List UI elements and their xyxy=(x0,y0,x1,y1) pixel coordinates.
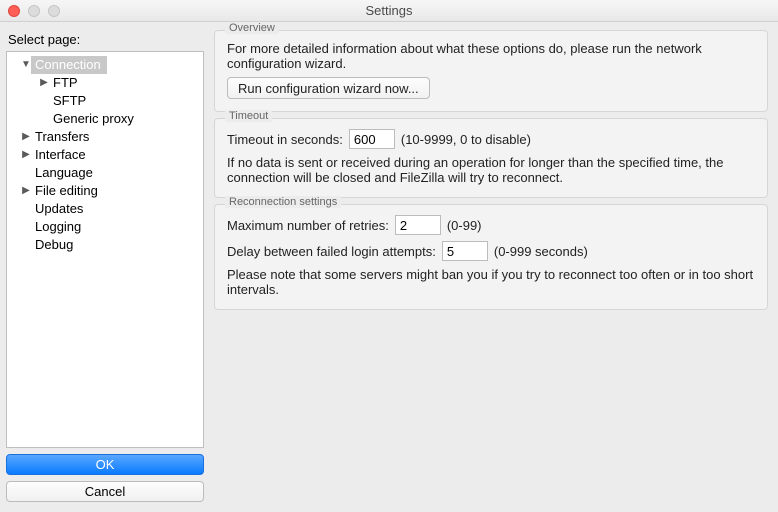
traffic-lights xyxy=(8,5,60,17)
window-title: Settings xyxy=(0,3,778,18)
tree-item-label: Transfers xyxy=(31,128,93,146)
close-icon[interactable] xyxy=(8,5,20,17)
delay-input[interactable] xyxy=(442,241,488,261)
delay-label: Delay between failed login attempts: xyxy=(227,244,436,259)
minimize-icon xyxy=(28,5,40,17)
timeout-label: Timeout in seconds: xyxy=(227,132,343,147)
tree-item-label: Updates xyxy=(31,200,87,218)
tree-item-label: Generic proxy xyxy=(49,110,138,128)
zoom-icon xyxy=(48,5,60,17)
reconnect-group: Reconnection settings Maximum number of … xyxy=(214,204,768,310)
retries-label: Maximum number of retries: xyxy=(227,218,389,233)
tree-item-file-editing[interactable]: ▶File editing xyxy=(7,182,203,200)
tree-item-label: Connection xyxy=(31,56,107,74)
reconnect-title: Reconnection settings xyxy=(225,196,341,208)
tree-item-label: Language xyxy=(31,164,97,182)
tree-item-sftp[interactable]: SFTP xyxy=(7,92,203,110)
chevron-right-icon[interactable]: ▶ xyxy=(21,146,31,164)
ok-button[interactable]: OK xyxy=(6,454,204,475)
timeout-input[interactable] xyxy=(349,129,395,149)
timeout-title: Timeout xyxy=(225,110,272,122)
tree-item-interface[interactable]: ▶Interface xyxy=(7,146,203,164)
timeout-group: Timeout Timeout in seconds: (10-9999, 0 … xyxy=(214,118,768,198)
titlebar: Settings xyxy=(0,0,778,22)
sidebar: Select page: ▼Connection▶FTPSFTPGeneric … xyxy=(6,30,204,502)
tree-item-label: Interface xyxy=(31,146,90,164)
overview-group: Overview For more detailed information a… xyxy=(214,30,768,112)
chevron-down-icon[interactable]: ▼ xyxy=(21,56,31,74)
settings-panel: Overview For more detailed information a… xyxy=(214,30,768,502)
cancel-button[interactable]: Cancel xyxy=(6,481,204,502)
reconnect-note: Please note that some servers might ban … xyxy=(227,267,755,297)
timeout-hint: (10-9999, 0 to disable) xyxy=(401,132,531,147)
chevron-right-icon[interactable]: ▶ xyxy=(21,128,31,146)
tree-item-generic-proxy[interactable]: Generic proxy xyxy=(7,110,203,128)
tree-item-logging[interactable]: Logging xyxy=(7,218,203,236)
delay-hint: (0-999 seconds) xyxy=(494,244,588,259)
run-wizard-button[interactable]: Run configuration wizard now... xyxy=(227,77,430,99)
tree-item-label: FTP xyxy=(49,74,82,92)
retries-input[interactable] xyxy=(395,215,441,235)
overview-text: For more detailed information about what… xyxy=(227,41,755,71)
page-tree[interactable]: ▼Connection▶FTPSFTPGeneric proxy▶Transfe… xyxy=(6,51,204,448)
tree-item-label: Debug xyxy=(31,236,77,254)
chevron-right-icon[interactable]: ▶ xyxy=(21,182,31,200)
chevron-right-icon[interactable]: ▶ xyxy=(39,74,49,92)
tree-item-label: File editing xyxy=(31,182,102,200)
tree-item-language[interactable]: Language xyxy=(7,164,203,182)
tree-item-connection[interactable]: ▼Connection xyxy=(7,56,203,74)
tree-item-updates[interactable]: Updates xyxy=(7,200,203,218)
tree-item-transfers[interactable]: ▶Transfers xyxy=(7,128,203,146)
overview-title: Overview xyxy=(225,22,279,34)
tree-item-label: Logging xyxy=(31,218,85,236)
tree-item-debug[interactable]: Debug xyxy=(7,236,203,254)
tree-item-label: SFTP xyxy=(49,92,90,110)
tree-item-ftp[interactable]: ▶FTP xyxy=(7,74,203,92)
timeout-text: If no data is sent or received during an… xyxy=(227,155,755,185)
select-page-label: Select page: xyxy=(8,32,204,47)
retries-hint: (0-99) xyxy=(447,218,482,233)
